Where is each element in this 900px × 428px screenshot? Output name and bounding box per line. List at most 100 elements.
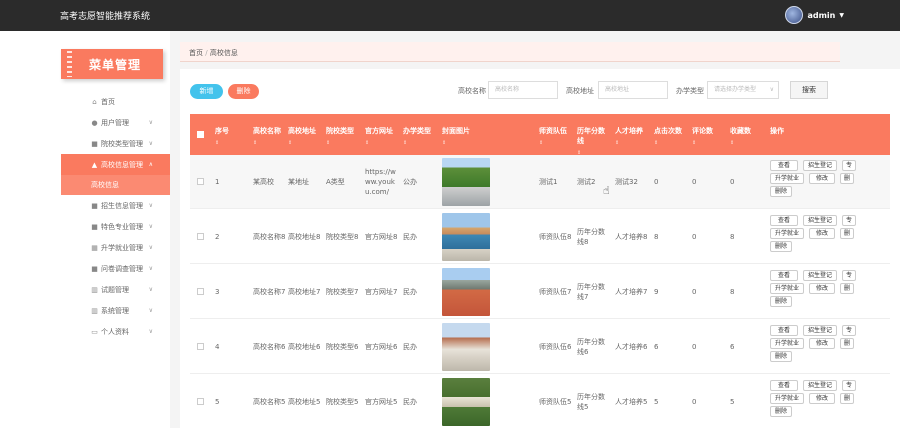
view-button[interactable]: 查看 (770, 160, 798, 171)
enroll-button[interactable]: 招生登记 (803, 215, 837, 226)
row-checkbox[interactable] (197, 233, 204, 240)
school-type-select[interactable]: 请选择办学类型 ∨ (707, 81, 779, 99)
school-name-input[interactable]: 高校名称 (488, 81, 558, 99)
view-button[interactable]: 查看 (770, 380, 798, 391)
column-header-comments[interactable]: 评论数 ⇕ (692, 114, 726, 155)
table-row[interactable]: 3 高校名称7 高校地址7 院校类型7 官方网址7 民办 师资队伍7 历年分数线… (190, 265, 890, 319)
sort-icon[interactable]: ⇕ (403, 138, 437, 148)
major-button[interactable]: 专 (842, 160, 856, 171)
sidebar-item-questions[interactable]: ▥ 试题管理 ∨ (61, 279, 170, 300)
sort-icon[interactable]: ⇕ (442, 138, 490, 148)
avatar[interactable] (785, 6, 804, 24)
sort-icon[interactable]: ⇕ (692, 138, 726, 148)
career-button[interactable]: 升学就业 (770, 173, 804, 184)
table-row[interactable]: 1 某高校 某地址 A类型 https://www.youku.com/ 公办 … (190, 155, 890, 209)
edit-button[interactable]: 修改 (809, 393, 835, 404)
table-row[interactable]: 2 高校名称8 高校地址8 院校类型8 官方网址8 民办 师资队伍8 历年分数线… (190, 210, 890, 264)
column-header-cover[interactable]: 封面图片 ⇕ (442, 114, 490, 155)
more-button[interactable]: 删 (840, 283, 854, 294)
sidebar-subitem-school-info[interactable]: 高校信息 (61, 175, 170, 195)
column-header-teachers[interactable]: 师资队伍 ⇕ (539, 114, 573, 155)
view-button[interactable]: 查看 (770, 215, 798, 226)
table-row[interactable]: 5 高校名称5 高校地址5 院校类型5 官方网址5 民办 师资队伍5 历年分数线… (190, 375, 890, 428)
edit-button[interactable]: 修改 (809, 173, 835, 184)
delete-row-button[interactable]: 删除 (770, 296, 792, 307)
edit-button[interactable]: 修改 (809, 338, 835, 349)
career-button[interactable]: 升学就业 (770, 393, 804, 404)
enroll-button[interactable]: 招生登记 (803, 325, 837, 336)
sidebar-item-school-info[interactable]: ▲ 高校信息管理 ∧ (61, 154, 170, 175)
major-button[interactable]: 专 (842, 325, 856, 336)
sort-icon[interactable]: ⇕ (288, 138, 322, 148)
column-header-clicks[interactable]: 点击次数 ⇕ (654, 114, 688, 155)
edit-button[interactable]: 修改 (809, 228, 835, 239)
sort-icon[interactable]: ⇕ (577, 148, 611, 155)
cover-image[interactable] (442, 323, 490, 371)
cover-image[interactable] (442, 213, 490, 261)
row-checkbox[interactable] (197, 398, 204, 405)
column-header-school-type[interactable]: 办学类型 ⇕ (403, 114, 437, 155)
view-button[interactable]: 查看 (770, 270, 798, 281)
sort-icon[interactable]: ⇕ (215, 138, 243, 148)
column-header-scores[interactable]: 历年分数线 ⇕ (577, 114, 611, 155)
sidebar-item-users[interactable]: ● 用户管理 ∨ (61, 112, 170, 133)
sort-icon[interactable]: ⇕ (654, 138, 688, 148)
school-address-input[interactable]: 高校地址 (598, 81, 668, 99)
caret-down-icon[interactable]: ▼ (839, 12, 844, 19)
more-button[interactable]: 删 (840, 228, 854, 239)
column-header-name[interactable]: 高校名称 ⇕ (253, 114, 287, 155)
major-button[interactable]: 专 (842, 215, 856, 226)
sidebar-item-home[interactable]: ⌂ 首页 (61, 91, 170, 112)
enroll-button[interactable]: 招生登记 (803, 270, 837, 281)
row-checkbox[interactable] (197, 178, 204, 185)
edit-button[interactable]: 修改 (809, 283, 835, 294)
table-row[interactable]: 4 高校名称6 高校地址6 院校类型6 官方网址6 民办 师资队伍6 历年分数线… (190, 320, 890, 374)
row-checkbox[interactable] (197, 288, 204, 295)
column-header-talent[interactable]: 人才培养 ⇕ (615, 114, 649, 155)
select-all-checkbox[interactable] (197, 131, 204, 138)
cover-image[interactable] (442, 268, 490, 316)
sidebar-item-career[interactable]: ▦ 升学就业管理 ∨ (61, 237, 170, 258)
delete-row-button[interactable]: 删除 (770, 406, 792, 417)
sidebar-item-profile[interactable]: ▭ 个人资料 ∨ (61, 321, 170, 342)
sort-icon[interactable]: ⇕ (730, 138, 764, 148)
sort-icon[interactable]: ⇕ (253, 138, 287, 148)
delete-row-button[interactable]: 删除 (770, 241, 792, 252)
career-button[interactable]: 升学就业 (770, 338, 804, 349)
view-button[interactable]: 查看 (770, 325, 798, 336)
user-menu[interactable]: admin ▼ (785, 6, 844, 24)
enroll-button[interactable]: 招生登记 (803, 380, 837, 391)
sidebar-item-school-types[interactable]: ■ 院校类型管理 ∨ (61, 133, 170, 154)
sidebar-item-majors[interactable]: ■ 特色专业管理 ∨ (61, 216, 170, 237)
sidebar-item-survey[interactable]: ■ 问卷调查管理 ∨ (61, 258, 170, 279)
sort-icon[interactable]: ⇕ (615, 138, 649, 148)
column-header-address[interactable]: 高校地址 ⇕ (288, 114, 322, 155)
enroll-button[interactable]: 招生登记 (803, 160, 837, 171)
more-button[interactable]: 删 (840, 393, 854, 404)
column-header-favs[interactable]: 收藏数 ⇕ (730, 114, 764, 155)
add-button[interactable]: 新增 (190, 84, 223, 99)
row-checkbox[interactable] (197, 343, 204, 350)
sort-icon[interactable]: ⇕ (539, 138, 573, 148)
breadcrumb-home[interactable]: 首页 (189, 49, 203, 57)
column-header-type[interactable]: 院校类型 ⇕ (326, 114, 360, 155)
username[interactable]: admin (807, 11, 835, 20)
search-button[interactable]: 搜索 (790, 81, 828, 99)
sort-icon[interactable]: ⇕ (365, 138, 399, 148)
column-header-url[interactable]: 官方网址 ⇕ (365, 114, 399, 155)
sidebar-item-system[interactable]: ▥ 系统管理 ∨ (61, 300, 170, 321)
sort-icon[interactable]: ⇕ (326, 138, 360, 148)
more-button[interactable]: 删 (840, 173, 854, 184)
more-button[interactable]: 删 (840, 338, 854, 349)
career-button[interactable]: 升学就业 (770, 228, 804, 239)
column-header-index[interactable]: 序号 ⇕ (215, 114, 243, 155)
cover-image[interactable] (442, 158, 490, 206)
career-button[interactable]: 升学就业 (770, 283, 804, 294)
major-button[interactable]: 专 (842, 270, 856, 281)
sidebar-item-enrollment[interactable]: ■ 招生信息管理 ∨ (61, 195, 170, 216)
delete-row-button[interactable]: 删除 (770, 351, 792, 362)
major-button[interactable]: 专 (842, 380, 856, 391)
delete-button[interactable]: 删除 (228, 84, 259, 99)
delete-row-button[interactable]: 删除 (770, 186, 792, 197)
cover-image[interactable] (442, 378, 490, 426)
